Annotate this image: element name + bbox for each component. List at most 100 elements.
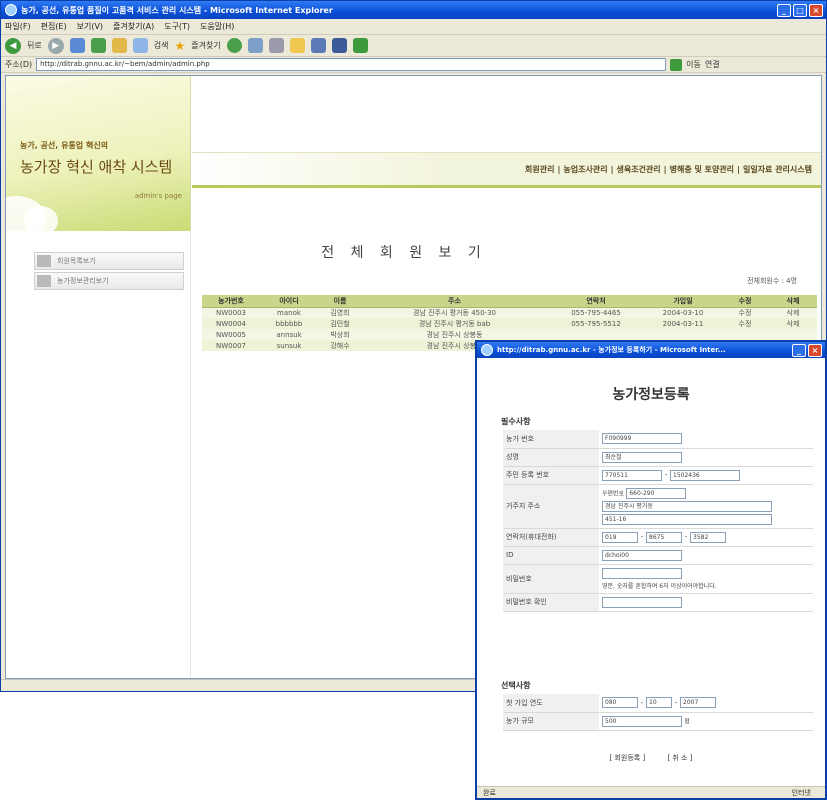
links-label[interactable]: 연결 xyxy=(705,59,720,70)
form-row: 첫 가입 연도 080-10-2007 xyxy=(503,694,813,713)
postal-label: 우편번호 xyxy=(602,490,625,497)
field-label: 비밀번호 xyxy=(503,564,599,594)
form-row: 농가 번호 F090999 xyxy=(503,430,813,449)
window-title: 농가, 공선, 유통업 품질이 고품격 서비스 관리 시스템 - Microso… xyxy=(21,5,333,15)
phone-part1-input[interactable]: 019 xyxy=(602,531,638,543)
nav-growth-manage[interactable]: 생육조건관리 xyxy=(617,164,661,175)
edit-link[interactable]: 수정 xyxy=(721,307,769,318)
field-label: 첫 가입 연도 xyxy=(503,694,599,713)
forward-icon[interactable]: ▶ xyxy=(47,37,64,54)
cancel-button[interactable]: [ 취 소 ] xyxy=(667,754,692,762)
back-icon[interactable]: ◀ xyxy=(5,37,21,54)
go-icon[interactable] xyxy=(670,58,683,71)
folder-icon[interactable] xyxy=(289,38,305,53)
register-button[interactable]: [ 회원등록 ] xyxy=(610,754,646,762)
messenger-icon[interactable] xyxy=(352,38,368,53)
address-input[interactable]: http://ditrab.gnnu.ac.kr/~bem/admin/admi… xyxy=(36,58,667,71)
rrn-back-input[interactable]: 1502436 xyxy=(670,469,740,481)
farm-size-input[interactable]: 500 xyxy=(602,715,682,727)
address-label: 주소(D) xyxy=(5,60,33,69)
table-header-row: 농가번호 아이디 이름 주소 연락처 가입일 수정 삭제 xyxy=(202,295,817,308)
postal-code-input[interactable]: 660-290 xyxy=(626,487,687,499)
delete-link[interactable]: 삭제 xyxy=(769,318,817,329)
form-row: 비밀번호 영문, 숫자를 혼합하여 6자 이상이어야합니다. xyxy=(503,564,813,594)
menu-edit[interactable]: 편집(E) xyxy=(41,21,67,32)
name-input[interactable]: 최순철 xyxy=(602,451,682,463)
logo-title: 농가장 혁신 애착 시스템 xyxy=(20,158,173,176)
edit-link[interactable] xyxy=(721,329,769,340)
table-row[interactable]: NW0005 annsuk 박상희 경남 진주시 상봉동 xyxy=(202,329,817,340)
rrn-front-input[interactable]: 770511 xyxy=(602,469,662,481)
join-year-part3-input[interactable]: 2007 xyxy=(680,697,716,709)
admin-page-label: admin's page xyxy=(134,192,182,200)
menu-bullet-icon xyxy=(37,255,51,267)
minimize-icon[interactable]: _ xyxy=(792,343,806,357)
side-menu-item-farm-info[interactable]: 농가정보관리보기 xyxy=(34,272,184,290)
toolbar: ◀ 뒤로 ▶ 검색 ★ 즐겨찾기 xyxy=(1,35,826,57)
edit-link[interactable]: 수정 xyxy=(721,318,769,329)
search-label[interactable]: 검색 xyxy=(154,40,169,51)
ie-logo-icon xyxy=(5,4,17,16)
field-label: 비밀번호 확인 xyxy=(503,593,599,612)
nav-member-manage[interactable]: 회원관리 xyxy=(525,164,554,175)
side-menu-item-members[interactable]: 회원목록보기 xyxy=(34,252,184,270)
mail-icon[interactable] xyxy=(268,38,284,53)
nav-survey-manage[interactable]: 농업조사관리 xyxy=(563,164,607,175)
media-icon[interactable] xyxy=(226,38,242,53)
close-icon[interactable]: × xyxy=(809,3,823,17)
nav-pest-soil-manage[interactable]: 병해충 및 토양관리 xyxy=(670,164,734,175)
field-label: 주민 등록 번호 xyxy=(503,466,599,485)
phone-part3-input[interactable]: 3582 xyxy=(690,531,726,543)
go-button[interactable]: 이동 xyxy=(686,59,701,70)
side-menu: 회원목록보기 농가정보관리보기 xyxy=(34,252,184,292)
close-icon[interactable]: × xyxy=(808,343,822,357)
required-section-title: 필수사항 xyxy=(501,417,531,426)
password-confirm-input[interactable] xyxy=(602,596,682,608)
search-icon[interactable] xyxy=(132,38,148,53)
menu-file[interactable]: 파일(F) xyxy=(5,21,31,32)
delete-link[interactable] xyxy=(769,329,817,340)
refresh-icon[interactable] xyxy=(90,38,106,53)
edit-icon[interactable] xyxy=(331,38,347,53)
field-label: ID xyxy=(503,546,599,565)
stop-icon[interactable] xyxy=(69,38,85,53)
print-icon[interactable] xyxy=(310,38,326,53)
user-id-input[interactable]: dchoi00 xyxy=(602,549,682,561)
popup-title-bar[interactable]: http://ditrab.gnnu.ac.kr - 농가정보 등록하기 - M… xyxy=(477,342,825,358)
phone-part2-input[interactable]: 8675 xyxy=(646,531,682,543)
menu-bullet-icon xyxy=(37,275,51,287)
password-input[interactable] xyxy=(602,567,682,579)
address-line1-input[interactable]: 경남 진주시 평거동 xyxy=(602,500,772,512)
title-bar[interactable]: 농가, 공선, 유통업 품질이 고품격 서비스 관리 시스템 - Microso… xyxy=(1,1,826,19)
favorites-icon[interactable]: ★ xyxy=(174,39,185,53)
nav-daily-data[interactable]: 일일자료 관리시스템 xyxy=(743,164,812,175)
form-row: 연락처(휴대전화) 019-8675-3582 xyxy=(503,528,813,547)
popup-content: 농가정보등록 필수사항 농가 번호 F090999 성명 최순철 주민 등록 번… xyxy=(477,358,825,788)
minimize-icon[interactable]: _ xyxy=(777,3,791,17)
farm-no-input[interactable]: F090999 xyxy=(602,433,682,445)
form-row: 농가 규모 500 평 xyxy=(503,712,813,731)
menu-help[interactable]: 도움말(H) xyxy=(200,21,234,32)
menu-favorites[interactable]: 즐겨찾기(A) xyxy=(113,21,154,32)
optional-section-title: 선택사항 xyxy=(501,681,531,690)
home-icon[interactable] xyxy=(111,38,127,53)
history-icon[interactable] xyxy=(247,38,263,53)
popup-status-bar: 완료 인터넷 xyxy=(477,786,825,798)
address-line2-input[interactable]: 451-16 xyxy=(602,513,772,525)
join-year-part2-input[interactable]: 10 xyxy=(646,697,672,709)
table-row[interactable]: NW0004 bbbbbb 김민철 경남 진주시 평거동 bab 055-795… xyxy=(202,318,817,329)
page-title: 전 체 회 원 보 기 xyxy=(321,245,487,261)
maximize-icon[interactable]: □ xyxy=(793,3,807,17)
form-row: 주민 등록 번호 770511-1502436 xyxy=(503,466,813,485)
table-row[interactable]: NW0003 manok 김영희 경남 진주시 평거동 450-30 055-7… xyxy=(202,307,817,318)
menu-view[interactable]: 보기(V) xyxy=(77,21,103,32)
back-label[interactable]: 뒤로 xyxy=(27,40,42,51)
menu-tools[interactable]: 도구(T) xyxy=(164,21,190,32)
delete-link[interactable]: 삭제 xyxy=(769,307,817,318)
popup-status-text: 완료 xyxy=(483,789,496,797)
join-year-part1-input[interactable]: 080 xyxy=(602,697,638,709)
popup-buttons: [ 회원등록 ] [ 취 소 ] xyxy=(477,753,825,763)
col-phone: 연락처 xyxy=(547,295,645,308)
favorites-label[interactable]: 즐겨찾기 xyxy=(191,40,220,51)
field-label: 성명 xyxy=(503,448,599,467)
